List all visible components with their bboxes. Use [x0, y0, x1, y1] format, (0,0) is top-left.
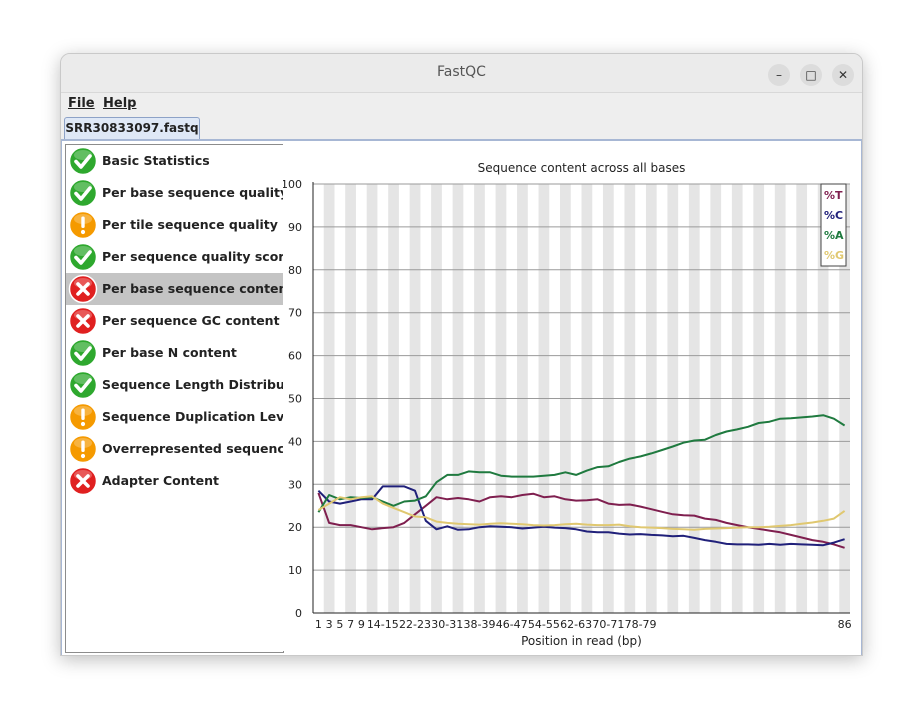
window-title: FastQC	[437, 64, 486, 80]
y-tick-label: 90	[288, 221, 302, 234]
y-tick-label: 10	[288, 564, 302, 577]
x-tick-label: 3	[326, 618, 333, 631]
minimize-button[interactable]: –	[768, 64, 790, 86]
x-axis-label: Position in read (bp)	[521, 634, 642, 648]
pass-tick-icon	[68, 242, 98, 272]
x-tick-label: 46-47	[496, 618, 528, 631]
x-tick-label: 70-71	[592, 618, 624, 631]
module-label: Per sequence quality scores	[102, 249, 284, 264]
x-tick-label: 38-39	[463, 618, 495, 631]
pass-tick-icon	[68, 338, 98, 368]
menu-help-label: Help	[103, 96, 137, 111]
x-tick-label: 86	[838, 618, 852, 631]
x-tick-label: 54-55	[528, 618, 560, 631]
module-item[interactable]: Sequence Duplication Levels	[66, 401, 283, 433]
fail-cross-icon	[68, 466, 98, 496]
x-tick-label: 5	[336, 618, 343, 631]
x-tick-label: 22-23	[399, 618, 431, 631]
sequence-content-chart: 0 10 20 30 40 50 60 70 80 90 100 1 3 5 7 9 14-15 22-23 30-…	[281, 161, 852, 648]
module-item[interactable]: Per base sequence content	[66, 273, 283, 305]
module-label: Per base sequence content	[102, 281, 284, 296]
module-label: Adapter Content	[102, 473, 219, 488]
fail-cross-icon	[68, 274, 98, 304]
y-tick-label: 40	[288, 435, 302, 448]
maximize-button[interactable]: □	[800, 64, 822, 86]
module-item[interactable]: Per sequence quality scores	[66, 241, 283, 273]
module-label: Per base sequence quality	[102, 185, 284, 200]
module-item[interactable]: Per base sequence quality	[66, 177, 283, 209]
y-tick-label: 0	[295, 607, 302, 620]
module-label: Per base N content	[102, 345, 237, 360]
x-tick-label: 14-15	[367, 618, 399, 631]
tab-file[interactable]: SRR30833097.fastq	[64, 117, 200, 139]
y-tick-label: 60	[288, 350, 302, 363]
fail-cross-icon	[68, 306, 98, 336]
module-item[interactable]: Overrepresented sequences	[66, 433, 283, 465]
warning-icon	[68, 434, 98, 464]
x-tick-label: 1	[315, 618, 322, 631]
module-item[interactable]: Basic Statistics	[66, 145, 283, 177]
legend-entry: %T	[824, 189, 843, 202]
report-content: Basic Statistics Per base sequence qualit…	[61, 140, 862, 655]
menu-bar: File Help	[61, 93, 862, 113]
module-item[interactable]: Per sequence GC content	[66, 305, 283, 337]
module-label: Sequence Length Distribution	[102, 377, 284, 392]
y-tick-label: 100	[283, 178, 302, 191]
legend-entry: %A	[824, 229, 844, 242]
module-item[interactable]: Sequence Length Distribution	[66, 369, 283, 401]
file-tab-strip: SRR30833097.fastq	[61, 114, 862, 140]
y-tick-label: 30	[288, 478, 302, 491]
pass-tick-icon	[68, 178, 98, 208]
x-tick-label: 7	[347, 618, 354, 631]
y-tick-label: 70	[288, 307, 302, 320]
module-item[interactable]: Per base N content	[66, 337, 283, 369]
module-label: Basic Statistics	[102, 153, 210, 168]
close-button[interactable]: ✕	[832, 64, 854, 86]
y-tick-label: 50	[288, 393, 302, 406]
title-bar[interactable]: FastQC – □ ✕	[61, 54, 862, 93]
module-label: Sequence Duplication Levels	[102, 409, 284, 424]
module-list: Basic Statistics Per base sequence qualit…	[65, 144, 284, 653]
menu-help[interactable]: Help	[103, 96, 136, 111]
y-tick-label: 20	[288, 521, 302, 534]
chart-title: Sequence content across all bases	[478, 161, 686, 175]
y-tick-label: 80	[288, 264, 302, 277]
chart-panel: 0 10 20 30 40 50 60 70 80 90 100 1 3 5 7 9 14-15 22-23 30-…	[281, 144, 858, 651]
module-label: Per tile sequence quality	[102, 217, 278, 232]
x-tick-label: 78-79	[625, 618, 657, 631]
pass-tick-icon	[68, 370, 98, 400]
menu-file-label: File	[68, 96, 95, 111]
module-label: Per sequence GC content	[102, 313, 280, 328]
warning-icon	[68, 210, 98, 240]
x-tick-label: 9	[358, 618, 365, 631]
legend-entry: %C	[824, 209, 843, 222]
x-tick-label: 30-31	[431, 618, 463, 631]
warning-icon	[68, 402, 98, 432]
module-item[interactable]: Adapter Content	[66, 465, 283, 497]
fastqc-window: FastQC – □ ✕ File Help SRR30833097.fastq…	[60, 53, 863, 656]
legend-entry: %G	[824, 249, 844, 262]
module-label: Overrepresented sequences	[102, 441, 284, 456]
menu-file[interactable]: File	[68, 96, 95, 111]
x-tick-label: 62-63	[560, 618, 592, 631]
pass-tick-icon	[68, 146, 98, 176]
module-item[interactable]: Per tile sequence quality	[66, 209, 283, 241]
